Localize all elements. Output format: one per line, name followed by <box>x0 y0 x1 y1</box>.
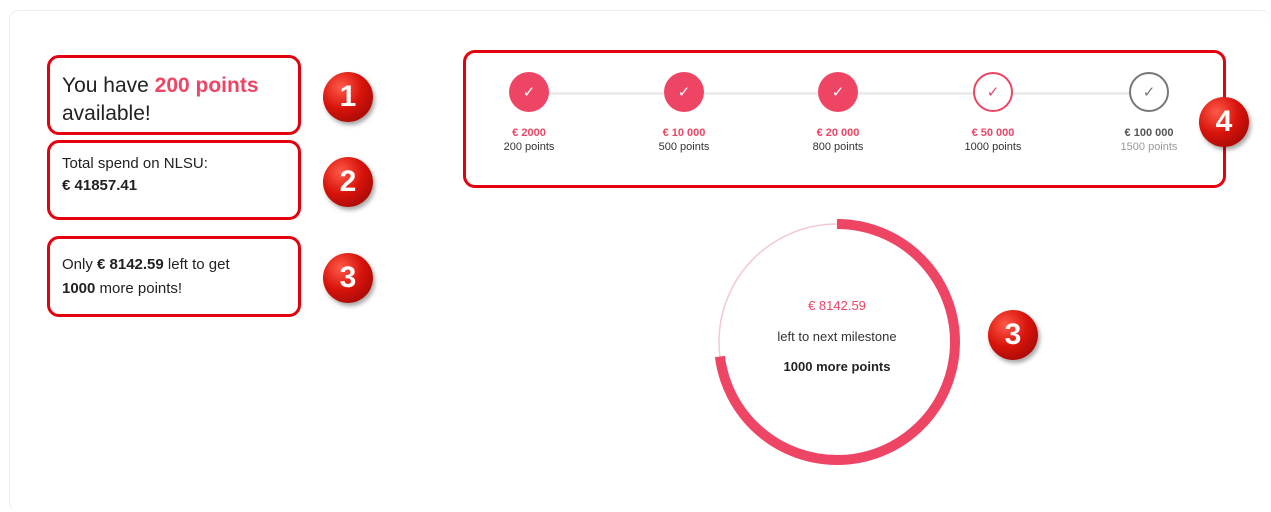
milestone-step: ✓ € 100 000 1500 points <box>1094 72 1204 155</box>
check-icon: ✓ <box>509 72 549 112</box>
remaining-text: Only € 8142.59 left to get 1000 more poi… <box>62 256 230 297</box>
milestone-amount: € 10 000 <box>662 127 706 139</box>
milestone-amount: € 20 000 <box>816 127 860 139</box>
remaining-points: 1000 <box>62 280 96 297</box>
ring-amount: € 8142.59 <box>808 298 866 313</box>
milestone-points: 1000 points <box>964 141 1022 153</box>
total-spend-text: Total spend on NLSU: € 41857.41 <box>62 153 208 197</box>
check-icon: ✓ <box>818 72 858 112</box>
milestone-step: ✓ € 2000 200 points <box>474 72 584 155</box>
milestone-points: 1500 points <box>1120 141 1178 153</box>
annotation-badge-2: 2 <box>323 157 373 207</box>
ring-points: 1000 more points <box>783 359 891 374</box>
progress-ring-text: € 8142.59 left to next milestone 1000 mo… <box>713 218 961 466</box>
points-available-text: You have 200 points available! <box>62 74 259 125</box>
milestone-points: 200 points <box>503 141 555 153</box>
milestone-points: 500 points <box>658 141 710 153</box>
ring-label: left to next milestone <box>777 329 897 344</box>
annotation-badge-4: 4 <box>1199 97 1249 147</box>
milestone-step: ✓ € 10 000 500 points <box>629 72 739 155</box>
milestone-amount: € 100 000 <box>1124 127 1174 139</box>
annotation-badge-3: 3 <box>323 253 373 303</box>
total-spend-label: Total spend on NLSU: <box>62 155 208 172</box>
check-icon: ✓ <box>1129 72 1169 112</box>
milestone-amount: € 50 000 <box>971 127 1015 139</box>
points-available-value: 200 points <box>154 74 259 97</box>
milestone-step: ✓ € 20 000 800 points <box>783 72 893 155</box>
total-spend-value: € 41857.41 <box>62 177 138 194</box>
milestone-step: ✓ € 50 000 1000 points <box>938 72 1048 155</box>
remaining-amount: € 8142.59 <box>97 256 164 273</box>
annotation-badge-1: 1 <box>323 72 373 122</box>
check-icon: ✓ <box>664 72 704 112</box>
annotation-badge-3b: 3 <box>988 310 1038 360</box>
milestone-points: 800 points <box>812 141 864 153</box>
milestone-amount: € 2000 <box>512 127 546 139</box>
check-icon: ✓ <box>973 72 1013 112</box>
